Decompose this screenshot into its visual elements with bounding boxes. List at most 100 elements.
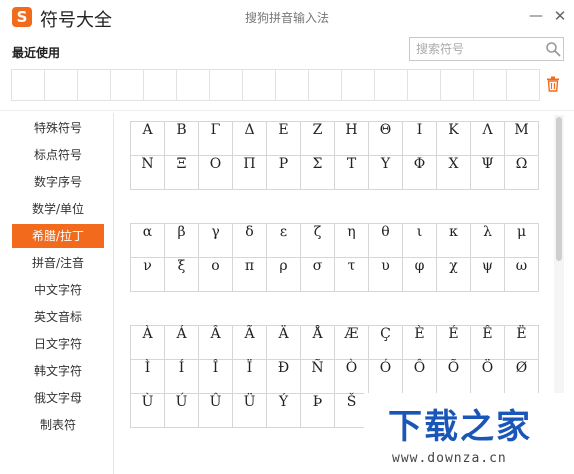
sidebar-item[interactable]: 日文字符 — [12, 332, 104, 356]
symbol-cell[interactable]: Δ — [233, 122, 267, 156]
symbol-cell[interactable]: μ — [505, 224, 539, 258]
symbol-cell[interactable]: Ξ — [165, 156, 199, 190]
symbol-cell[interactable]: Å — [301, 326, 335, 360]
minimize-button[interactable]: — — [526, 6, 546, 26]
symbol-cell[interactable]: Ö — [471, 360, 505, 394]
symbol-cell[interactable]: Ë — [505, 326, 539, 360]
symbol-cell[interactable]: Θ — [369, 122, 403, 156]
symbol-cell[interactable]: Ν — [131, 156, 165, 190]
symbol-cell[interactable]: ζ — [301, 224, 335, 258]
symbol-cell[interactable]: Τ — [335, 156, 369, 190]
sidebar-item[interactable]: 特殊符号 — [12, 116, 104, 140]
symbol-cell[interactable]: Ô — [403, 360, 437, 394]
sidebar-item[interactable]: 制表符 — [12, 413, 104, 437]
recent-symbol-cell[interactable] — [408, 70, 441, 100]
symbol-cell[interactable]: Ω — [505, 156, 539, 190]
symbol-cell[interactable]: Ç — [369, 326, 403, 360]
recent-symbol-cell[interactable] — [45, 70, 78, 100]
symbol-cell[interactable]: ρ — [267, 258, 301, 292]
symbol-cell[interactable]: Ð — [267, 360, 301, 394]
symbol-cell[interactable]: Î — [199, 360, 233, 394]
symbol-cell[interactable]: Ü — [233, 394, 267, 428]
symbol-cell[interactable]: Λ — [471, 122, 505, 156]
sidebar-item[interactable]: 数学/单位 — [12, 197, 104, 221]
symbol-cell[interactable]: Ζ — [301, 122, 335, 156]
symbol-cell[interactable]: Ï — [233, 360, 267, 394]
recent-symbol-cell[interactable] — [144, 70, 177, 100]
symbol-cell[interactable]: ι — [403, 224, 437, 258]
search-input[interactable] — [416, 41, 540, 57]
symbol-cell[interactable]: Ã — [233, 326, 267, 360]
sidebar-item[interactable]: 俄文字母 — [12, 386, 104, 410]
recent-symbol-cell[interactable] — [309, 70, 342, 100]
symbol-cell[interactable]: Ä — [267, 326, 301, 360]
symbol-cell[interactable]: Õ — [437, 360, 471, 394]
symbol-cell[interactable]: Þ — [301, 394, 335, 428]
symbol-cell[interactable]: ο — [199, 258, 233, 292]
symbol-cell[interactable]: Ý — [267, 394, 301, 428]
symbol-cell[interactable]: Ρ — [267, 156, 301, 190]
symbol-cell[interactable]: Û — [199, 394, 233, 428]
recent-symbol-cell[interactable] — [474, 70, 507, 100]
symbol-cell[interactable]: Σ — [301, 156, 335, 190]
recent-symbol-cell[interactable] — [177, 70, 210, 100]
recent-symbol-cell[interactable] — [441, 70, 474, 100]
recent-symbol-cell[interactable] — [243, 70, 276, 100]
symbol-cell[interactable]: Ó — [369, 360, 403, 394]
symbol-cell[interactable]: Ò — [335, 360, 369, 394]
symbol-cell[interactable]: ψ — [471, 258, 505, 292]
symbol-cell[interactable]: ε — [267, 224, 301, 258]
recent-symbol-cell[interactable] — [210, 70, 243, 100]
recent-symbol-cell[interactable] — [78, 70, 111, 100]
recent-symbol-cell[interactable] — [342, 70, 375, 100]
symbol-cell[interactable]: δ — [233, 224, 267, 258]
recent-symbol-cell[interactable] — [507, 70, 539, 100]
sidebar-item[interactable]: 标点符号 — [12, 143, 104, 167]
symbol-cell[interactable]: Ì — [131, 360, 165, 394]
symbol-cell[interactable]: ν — [131, 258, 165, 292]
symbol-cell[interactable]: φ — [403, 258, 437, 292]
symbol-cell[interactable]: Μ — [505, 122, 539, 156]
symbol-cell[interactable]: Υ — [369, 156, 403, 190]
symbol-cell[interactable]: Ι — [403, 122, 437, 156]
sidebar-item[interactable]: 希腊/拉丁 — [12, 224, 104, 248]
symbol-cell[interactable]: σ — [301, 258, 335, 292]
close-button[interactable]: ✕ — [550, 6, 570, 26]
symbol-cell[interactable]: ξ — [165, 258, 199, 292]
symbol-cell[interactable]: τ — [335, 258, 369, 292]
sidebar-item[interactable]: 英文音标 — [12, 305, 104, 329]
symbol-cell[interactable]: η — [335, 224, 369, 258]
symbol-cell[interactable]: Φ — [403, 156, 437, 190]
recent-symbol-cell[interactable] — [111, 70, 144, 100]
symbol-cell[interactable]: Ε — [267, 122, 301, 156]
sidebar-item[interactable]: 数字序号 — [12, 170, 104, 194]
symbol-cell[interactable]: ω — [505, 258, 539, 292]
symbol-cell[interactable]: Κ — [437, 122, 471, 156]
symbol-cell[interactable]: Π — [233, 156, 267, 190]
symbol-cell[interactable]: υ — [369, 258, 403, 292]
recent-symbol-cell[interactable] — [375, 70, 408, 100]
symbol-cell[interactable]: κ — [437, 224, 471, 258]
symbol-cell[interactable]: Ê — [471, 326, 505, 360]
symbol-cell[interactable]: Ψ — [471, 156, 505, 190]
symbol-cell[interactable]: Á — [165, 326, 199, 360]
symbol-cell[interactable]: Γ — [199, 122, 233, 156]
symbol-cell[interactable]: Α — [131, 122, 165, 156]
symbol-cell[interactable]: Ñ — [301, 360, 335, 394]
symbol-cell[interactable]: Η — [335, 122, 369, 156]
symbol-cell[interactable]: Í — [165, 360, 199, 394]
symbol-cell[interactable]: π — [233, 258, 267, 292]
scrollbar-thumb[interactable] — [556, 117, 562, 261]
symbol-cell[interactable]: θ — [369, 224, 403, 258]
symbol-cell[interactable]: Ù — [131, 394, 165, 428]
search-box[interactable] — [409, 37, 564, 61]
symbol-cell[interactable]: Â — [199, 326, 233, 360]
symbol-cell[interactable]: Β — [165, 122, 199, 156]
trash-icon[interactable] — [546, 76, 560, 92]
symbol-cell[interactable]: Ú — [165, 394, 199, 428]
symbol-cell[interactable]: χ — [437, 258, 471, 292]
search-icon[interactable] — [545, 41, 561, 57]
symbol-cell[interactable]: É — [437, 326, 471, 360]
symbol-cell[interactable]: λ — [471, 224, 505, 258]
symbol-cell[interactable]: α — [131, 224, 165, 258]
